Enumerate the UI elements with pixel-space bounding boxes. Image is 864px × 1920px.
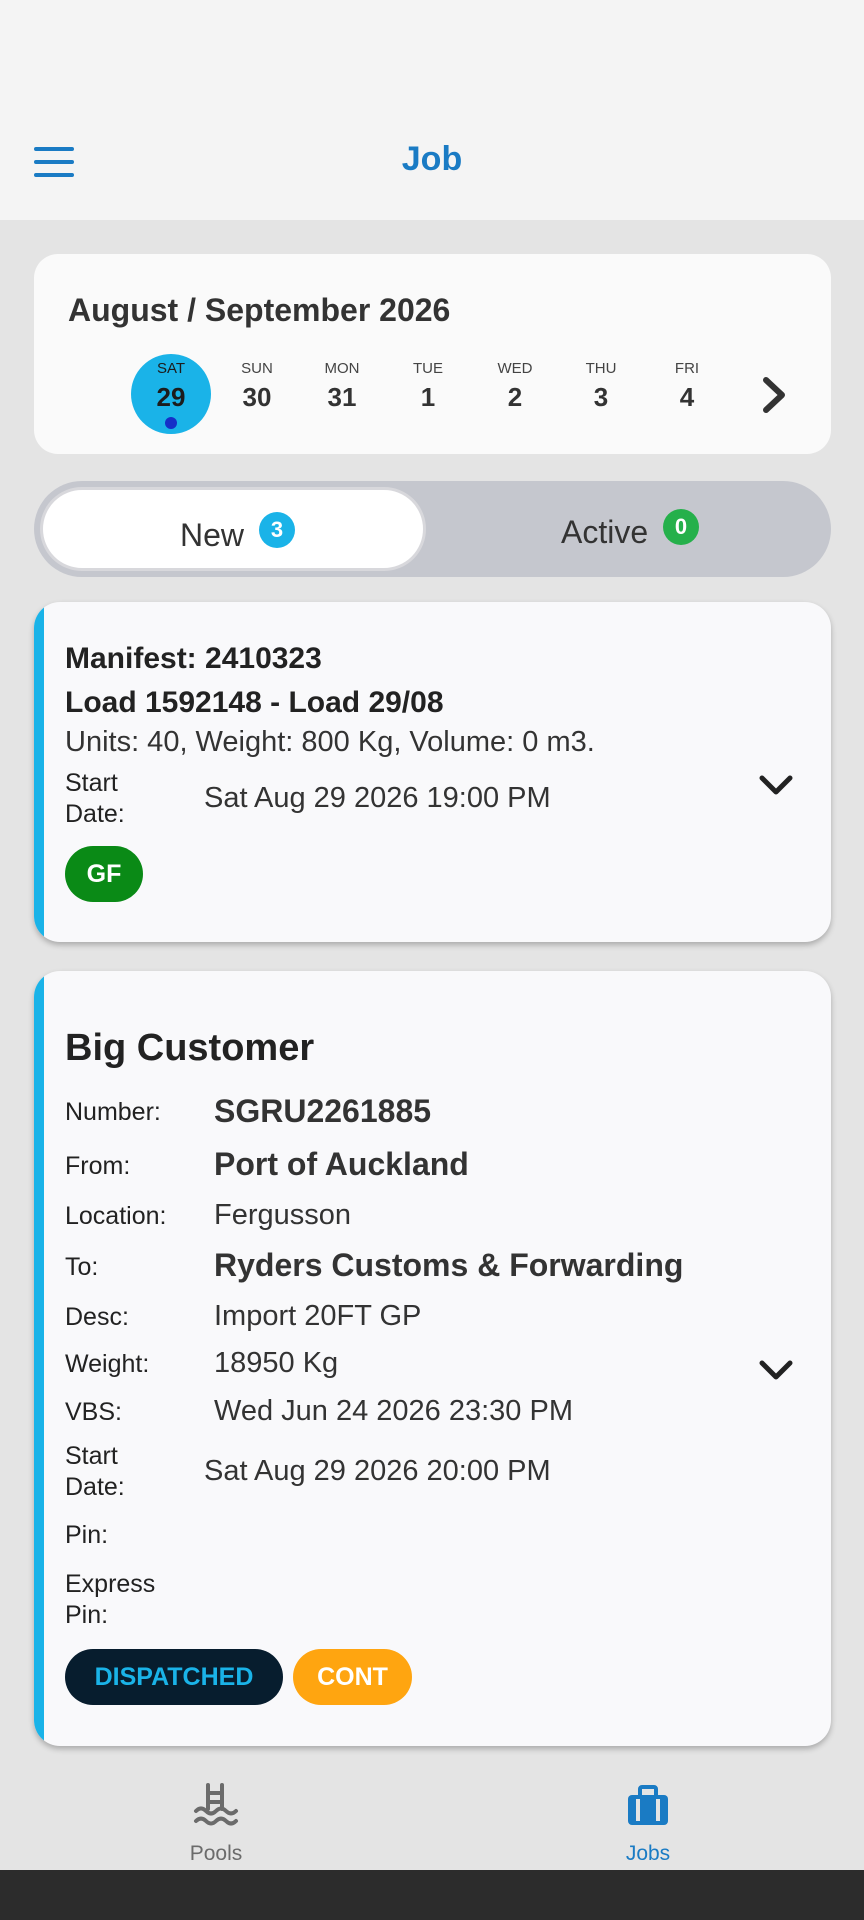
from-label: From:	[65, 1152, 131, 1180]
to-label: To:	[65, 1253, 99, 1281]
weight-value: 18950 Kg	[214, 1347, 339, 1379]
day-number: 2	[507, 382, 523, 412]
day-sat-29[interactable]: SAT 29	[131, 354, 211, 434]
start-date-label: Start Date:	[65, 769, 125, 828]
day-sun-30[interactable]: SUN 30	[217, 354, 297, 434]
start-date-value: Sat Aug 29 2026 19:00 PM	[204, 782, 551, 814]
page-title: Job	[401, 140, 463, 178]
day-thu-3[interactable]: THU 3	[561, 354, 641, 434]
bottom-navigation: Pools Jobs	[0, 1765, 864, 1870]
date-selector-card: August / September 2026 SAT 29 SUN 30 MO…	[34, 254, 831, 454]
customer-name: Big Customer	[65, 1027, 315, 1069]
from-value: Port of Auckland	[214, 1146, 469, 1182]
tag-cont: CONT	[293, 1649, 412, 1705]
weight-label: Weight:	[65, 1350, 150, 1378]
day-name: WED	[497, 360, 533, 377]
nav-jobs[interactable]: Jobs	[548, 1765, 748, 1870]
vbs-label: VBS:	[65, 1398, 122, 1426]
chevron-right-icon[interactable]	[754, 372, 794, 418]
job-card-container[interactable]: Big Customer Number: SGRU2261885 From: P…	[34, 971, 831, 1746]
tab-new[interactable]: New 3	[40, 487, 426, 571]
load-title: Load 1592148 - Load 29/08	[65, 686, 444, 719]
express-pin-label: Express Pin:	[65, 1570, 156, 1629]
day-fri-4[interactable]: FRI 4	[647, 354, 727, 434]
day-name: FRI	[674, 360, 700, 377]
location-label: Location:	[65, 1202, 167, 1230]
card-accent-stripe	[34, 602, 44, 942]
day-name: MON	[324, 360, 360, 377]
start-date-value: Sat Aug 29 2026 20:00 PM	[204, 1455, 551, 1487]
day-number: 31	[327, 382, 357, 412]
number-label: Number:	[65, 1098, 161, 1126]
location-value: Fergusson	[214, 1199, 352, 1231]
pin-label: Pin:	[65, 1521, 109, 1549]
tag-gf: GF	[65, 846, 143, 902]
container-number: SGRU2261885	[214, 1093, 432, 1129]
manifest-number: Manifest: 2410323	[65, 642, 322, 675]
new-count-badge: 3	[259, 512, 295, 548]
start-date-label: Start Date:	[65, 1442, 125, 1501]
to-value: Ryders Customs & Forwarding	[214, 1247, 684, 1283]
day-name: SUN	[241, 360, 273, 377]
tab-active[interactable]: Active 0	[434, 487, 824, 571]
nav-pools[interactable]: Pools	[116, 1765, 316, 1870]
day-number: 1	[420, 382, 436, 412]
job-card-manifest[interactable]: Manifest: 2410323 Load 1592148 - Load 29…	[34, 602, 831, 942]
tab-active-label: Active	[561, 514, 649, 550]
today-dot	[165, 417, 177, 429]
card-accent-stripe	[34, 971, 44, 1746]
day-mon-31[interactable]: MON 31	[302, 354, 382, 434]
nav-jobs-label: Jobs	[625, 1842, 671, 1865]
system-navigation-bar	[0, 1870, 864, 1920]
briefcase-icon	[628, 1785, 668, 1825]
expand-chevron-icon[interactable]	[758, 773, 794, 797]
day-name: TUE	[413, 360, 443, 377]
day-number: 3	[593, 382, 609, 412]
month-label: August / September 2026	[68, 292, 451, 328]
day-number: 29	[156, 382, 186, 412]
day-name: SAT	[156, 360, 186, 377]
job-status-tabs: New 3 Active 0	[34, 481, 831, 577]
day-tue-1[interactable]: TUE 1	[388, 354, 468, 434]
desc-value: Import 20FT GP	[214, 1300, 422, 1332]
day-number: 30	[242, 382, 272, 412]
active-count-badge: 0	[663, 509, 699, 545]
swimming-pool-icon	[194, 1783, 238, 1826]
tab-new-label: New	[180, 517, 245, 553]
day-number: 4	[679, 382, 695, 412]
day-wed-2[interactable]: WED 2	[475, 354, 555, 434]
day-name: THU	[585, 360, 617, 377]
load-summary: Units: 40, Weight: 800 Kg, Volume: 0 m3.	[65, 726, 595, 758]
nav-pools-label: Pools	[189, 1842, 243, 1865]
app-header: Job	[0, 0, 864, 220]
vbs-value: Wed Jun 24 2026 23:30 PM	[214, 1395, 573, 1427]
tag-dispatched: DISPATCHED	[65, 1649, 283, 1705]
desc-label: Desc:	[65, 1303, 129, 1331]
expand-chevron-icon[interactable]	[758, 1358, 794, 1382]
